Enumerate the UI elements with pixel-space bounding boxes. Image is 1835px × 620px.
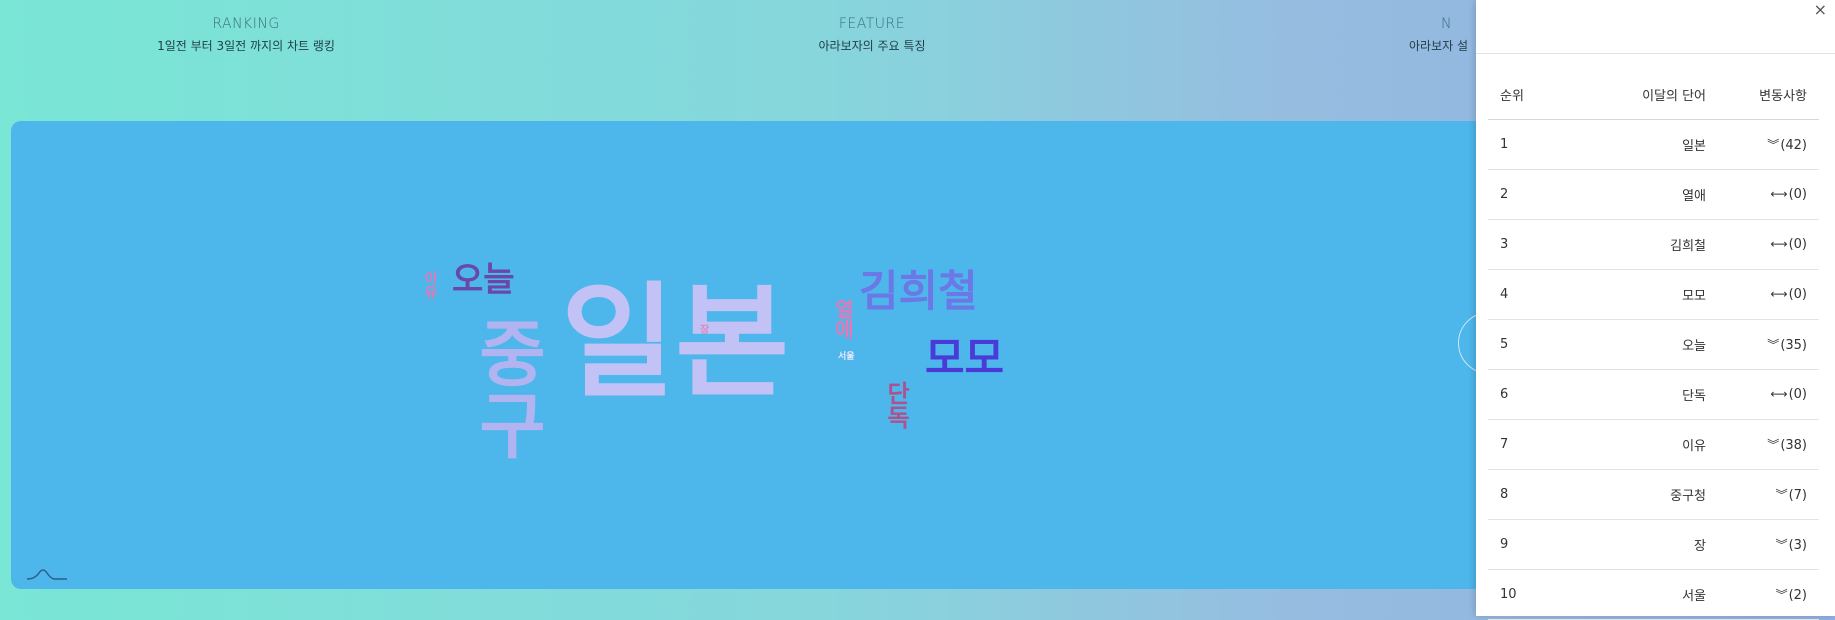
row-change: ⟷(0) <box>1716 369 1819 420</box>
row-change: ︾(2) <box>1716 569 1819 620</box>
row-change-value: (2) <box>1788 588 1807 603</box>
table-row[interactable]: 7 이유 ︾(38) <box>1488 419 1819 470</box>
row-rank: 5 <box>1488 319 1571 370</box>
row-change: ︾(3) <box>1716 519 1819 570</box>
ranking-drawer: × 순위 이달의 단어 변동사항 1 일본 ︾(42) 2 열애 ⟷(0) 3 김희철 ⟷(0)… <box>1476 0 1835 620</box>
row-rank: 8 <box>1488 469 1571 520</box>
cloud-word-junggu[interactable]: 중구 <box>464 316 548 460</box>
left-right-arrow-icon: ⟷ <box>1770 387 1788 401</box>
nav-feature[interactable]: FEATURE 아라보자의 주요 특징 <box>702 16 1042 54</box>
header-word: 이달의 단어 <box>1571 70 1716 120</box>
nav-ranking-subtitle: 1일전 부터 3일전 까지의 차트 랭킹 <box>157 39 335 53</box>
cloud-word-oneul[interactable]: 오늘 <box>452 263 515 297</box>
row-change-value: (3) <box>1788 538 1807 553</box>
word-cloud-panel: 일본 중구 김희철 모모 오늘 열애 단독 이유 서울 장 <box>11 121 1551 589</box>
row-change: ︾(38) <box>1716 419 1819 470</box>
double-chevron-down-icon: ︾ <box>1767 438 1780 452</box>
header-change: 변동사항 <box>1716 70 1819 120</box>
row-change-value: (0) <box>1788 237 1807 252</box>
cloud-word-iyu[interactable]: 이유 <box>422 271 438 299</box>
nav-feature-title: FEATURE <box>838 16 906 32</box>
header-rank: 순위 <box>1488 70 1571 120</box>
row-word: 모모 <box>1571 269 1716 320</box>
table-row[interactable]: 10 서울 ︾(2) <box>1488 569 1819 620</box>
row-word: 일본 <box>1571 119 1716 170</box>
table-row[interactable]: 3 김희철 ⟷(0) <box>1488 219 1819 270</box>
row-change-value: (0) <box>1788 287 1807 302</box>
double-chevron-down-icon: ︾ <box>1775 588 1788 602</box>
double-chevron-down-icon: ︾ <box>1767 338 1780 352</box>
row-rank: 7 <box>1488 419 1571 470</box>
left-right-arrow-icon: ⟷ <box>1770 287 1788 301</box>
cloud-word-jang[interactable]: 장 <box>700 326 709 336</box>
row-rank: 9 <box>1488 519 1571 570</box>
double-chevron-down-icon: ︾ <box>1767 138 1780 152</box>
wave-icon <box>26 569 67 580</box>
cloud-word-ilbon[interactable]: 일본 <box>561 281 789 405</box>
row-change-value: (38) <box>1780 438 1807 453</box>
row-word: 오늘 <box>1571 319 1716 370</box>
table-row[interactable]: 1 일본 ︾(42) <box>1488 119 1819 170</box>
row-word: 열애 <box>1571 169 1716 220</box>
cloud-word-kimheechul[interactable]: 김희철 <box>859 271 978 314</box>
table-row[interactable]: 2 열애 ⟷(0) <box>1488 169 1819 220</box>
cloud-word-seoul[interactable]: 서울 <box>838 353 855 362</box>
cloud-word-dandok[interactable]: 단독 <box>882 381 910 429</box>
table-row[interactable]: 6 단독 ⟷(0) <box>1488 369 1819 420</box>
drawer-divider <box>1476 53 1835 54</box>
close-icon[interactable]: × <box>1814 0 1827 19</box>
row-change: ︾(7) <box>1716 469 1819 520</box>
row-change: ⟷(0) <box>1716 269 1819 320</box>
row-rank: 1 <box>1488 119 1571 170</box>
row-change-value: (42) <box>1780 138 1807 153</box>
row-change-value: (0) <box>1788 187 1807 202</box>
row-change: ︾(42) <box>1716 119 1819 170</box>
row-word: 단독 <box>1571 369 1716 420</box>
row-rank: 10 <box>1488 569 1571 620</box>
ranking-table: 순위 이달의 단어 변동사항 1 일본 ︾(42) 2 열애 ⟷(0) 3 김희철 ⟷(0) 4 모… <box>1488 70 1819 620</box>
nav-ranking-title: RANKING <box>212 16 280 32</box>
table-row[interactable]: 4 모모 ⟷(0) <box>1488 269 1819 320</box>
double-chevron-down-icon: ︾ <box>1775 538 1788 552</box>
row-word: 김희철 <box>1571 219 1716 270</box>
cloud-word-yeolae[interactable]: 열애 <box>831 299 855 339</box>
row-word: 서울 <box>1571 569 1716 620</box>
row-word: 중구청 <box>1571 469 1716 520</box>
table-row[interactable]: 5 오늘 ︾(35) <box>1488 319 1819 370</box>
row-change: ︾(35) <box>1716 319 1819 370</box>
left-right-arrow-icon: ⟷ <box>1770 237 1788 251</box>
left-right-arrow-icon: ⟷ <box>1770 187 1788 201</box>
ranking-table-body: 1 일본 ︾(42) 2 열애 ⟷(0) 3 김희철 ⟷(0) 4 모모 ⟷(0) 5 오늘 ︾(35) 6 단… <box>1488 119 1819 620</box>
cloud-word-momo[interactable]: 모모 <box>925 338 1004 381</box>
row-change-value: (7) <box>1788 488 1807 503</box>
table-row[interactable]: 9 장 ︾(3) <box>1488 519 1819 570</box>
row-word: 장 <box>1571 519 1716 570</box>
row-change: ⟷(0) <box>1716 219 1819 270</box>
row-change-value: (35) <box>1780 338 1807 353</box>
nav-ranking[interactable]: RANKING 1일전 부터 3일전 까지의 차트 랭킹 <box>76 16 416 54</box>
row-change-value: (0) <box>1788 387 1807 402</box>
row-rank: 4 <box>1488 269 1571 320</box>
table-row[interactable]: 8 중구청 ︾(7) <box>1488 469 1819 520</box>
double-chevron-down-icon: ︾ <box>1775 488 1788 502</box>
nav-feature-subtitle: 아라보자의 주요 특징 <box>818 39 926 53</box>
row-word: 이유 <box>1571 419 1716 470</box>
row-change: ⟷(0) <box>1716 169 1819 220</box>
row-rank: 6 <box>1488 369 1571 420</box>
ranking-table-header: 순위 이달의 단어 변동사항 <box>1488 70 1819 120</box>
row-rank: 3 <box>1488 219 1571 270</box>
row-rank: 2 <box>1488 169 1571 220</box>
